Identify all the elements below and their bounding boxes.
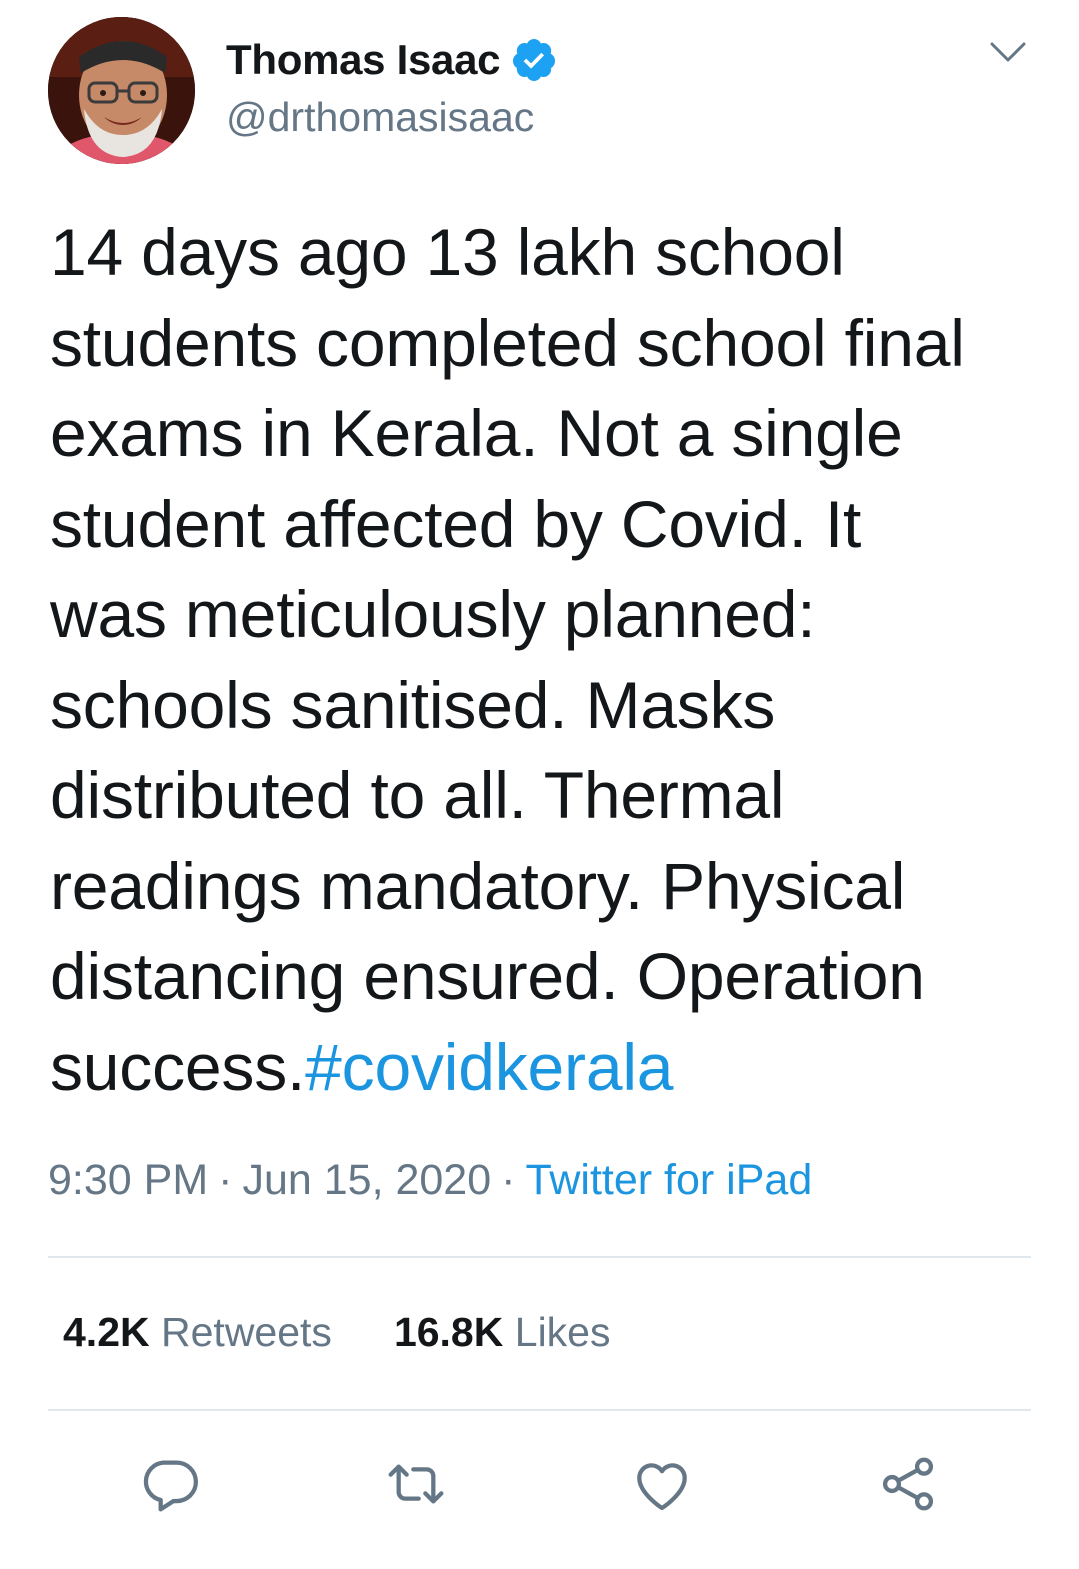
tweet-text: 14 days ago 13 lakh school students comp… <box>50 207 1050 1112</box>
reply-icon[interactable] <box>138 1452 202 1516</box>
tweet-source-link[interactable]: Twitter for iPad <box>525 1156 812 1204</box>
tweet-detail: Thomas Isaac @drthomasisaac 14 days ago … <box>0 0 1079 1569</box>
verified-badge-icon <box>513 39 556 81</box>
retweets-label: Retweets <box>161 1309 332 1355</box>
retweets-count: 4.2K <box>63 1309 150 1355</box>
avatar[interactable] <box>48 17 195 164</box>
meta-separator: · <box>501 1156 516 1204</box>
tweet-meta: 9:30 PM · Jun 15, 2020 · Twitter for iPad <box>48 1156 812 1205</box>
author-name-row[interactable]: Thomas Isaac <box>226 34 558 86</box>
likes-count: 16.8K <box>393 1309 504 1355</box>
retweet-icon[interactable] <box>384 1452 448 1516</box>
hashtag-link[interactable]: #covidkerala <box>305 1030 673 1104</box>
tweet-text-line: distributed to all. Thermal <box>50 758 785 832</box>
likes-label: Likes <box>514 1309 611 1355</box>
tweet-text-last-line: success.#covidkerala <box>50 1022 1050 1113</box>
tweet-time[interactable]: 9:30 PM <box>48 1156 208 1204</box>
retweets-stat[interactable]: 4.2K Retweets <box>63 1309 332 1356</box>
author-handle[interactable]: @drthomasisaac <box>226 94 534 141</box>
tweet-stats: 4.2K Retweets 16.8K Likes <box>63 1309 672 1356</box>
tweet-text-line: was meticulously planned: <box>50 577 816 651</box>
chevron-down-icon[interactable] <box>986 34 1030 70</box>
tweet-date[interactable]: Jun 15, 2020 <box>242 1156 491 1204</box>
tweet-text-line: distancing ensured. Operation <box>50 939 925 1013</box>
tweet-text-line: schools sanitised. Masks <box>50 667 776 742</box>
profile-photo-icon <box>48 17 195 164</box>
tweet-text-line: readings mandatory. Physical <box>50 848 906 923</box>
share-icon[interactable] <box>876 1452 940 1516</box>
tweet-text-line: 14 days ago 13 lakh school <box>50 215 845 289</box>
tweet-text-line: exams in Kerala. Not a single <box>50 396 903 470</box>
tweet-text-line: student affected by Covid. It <box>50 486 862 561</box>
divider <box>48 1256 1031 1258</box>
likes-stat[interactable]: 16.8K Likes <box>394 1309 611 1356</box>
tweet-text-line: students completed school final <box>50 305 965 380</box>
display-name[interactable]: Thomas Isaac <box>226 36 501 84</box>
meta-separator: · <box>218 1156 233 1204</box>
heart-icon[interactable] <box>630 1452 694 1516</box>
tweet-text-tail: success. <box>50 1029 306 1104</box>
divider <box>48 1409 1031 1411</box>
